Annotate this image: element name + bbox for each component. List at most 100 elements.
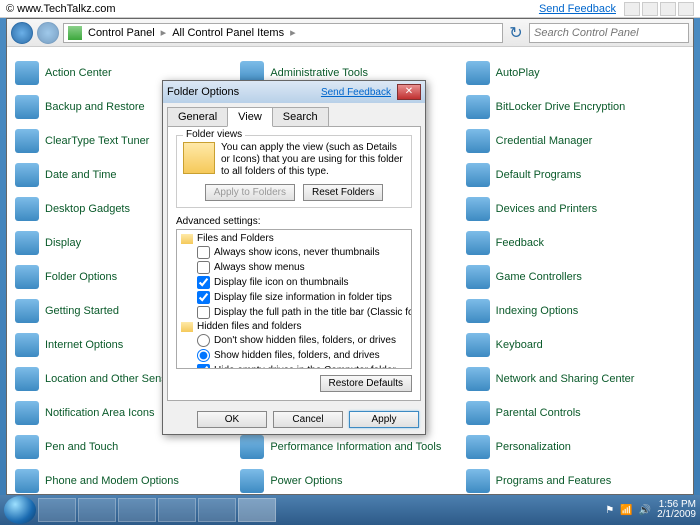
- folder-icon: [181, 234, 193, 244]
- print-icon[interactable]: [678, 2, 694, 16]
- restore-defaults-button[interactable]: Restore Defaults: [320, 375, 412, 392]
- taskbar[interactable]: ⚑ 📶 🔊 1:56 PM 2/1/2009: [0, 495, 700, 525]
- cp-item[interactable]: Game Controllers: [466, 261, 685, 293]
- radio-input[interactable]: [197, 334, 210, 347]
- cp-item-label: Getting Started: [45, 305, 119, 317]
- apply-to-folders-button[interactable]: Apply to Folders: [205, 184, 295, 201]
- checkbox-input[interactable]: [197, 276, 210, 289]
- cp-item-label: Indexing Options: [496, 305, 579, 317]
- feeds-icon[interactable]: [642, 2, 658, 16]
- task-app1-icon[interactable]: [158, 498, 196, 522]
- cp-item-label: Default Programs: [496, 169, 582, 181]
- tab-view[interactable]: View: [227, 107, 273, 127]
- tray-volume-icon[interactable]: 🔊: [639, 505, 651, 516]
- cp-item[interactable]: Feedback: [466, 227, 685, 259]
- tray-network-icon[interactable]: 📶: [620, 505, 632, 516]
- refresh-icon[interactable]: ↻: [507, 23, 525, 43]
- cp-item-label: Backup and Restore: [45, 101, 145, 113]
- cp-item-label: Performance Information and Tools: [270, 441, 441, 453]
- cp-item[interactable]: Power Options: [240, 465, 459, 494]
- cp-item-icon: [15, 231, 39, 255]
- search-input[interactable]: [529, 23, 689, 43]
- cp-item[interactable]: Keyboard: [466, 329, 685, 361]
- checkbox-input[interactable]: [197, 364, 210, 369]
- cp-item[interactable]: AutoPlay: [466, 57, 685, 89]
- tree-row-label: Display the full path in the title bar (…: [214, 307, 412, 318]
- cp-item-icon: [15, 61, 39, 85]
- apply-button[interactable]: Apply: [349, 411, 419, 428]
- tree-row[interactable]: Hide empty drives in the Computer folder: [179, 363, 409, 369]
- cp-item[interactable]: Phone and Modem Options: [15, 465, 234, 494]
- cp-item-icon: [466, 163, 490, 187]
- task-explorer-icon[interactable]: [78, 498, 116, 522]
- home-icon[interactable]: [624, 2, 640, 16]
- cp-item-icon: [15, 435, 39, 459]
- cp-item[interactable]: Performance Information and Tools: [240, 431, 459, 463]
- task-folder-icon[interactable]: [238, 498, 276, 522]
- mail-icon[interactable]: [660, 2, 676, 16]
- tree-row[interactable]: Don't show hidden files, folders, or dri…: [179, 333, 409, 348]
- cp-item[interactable]: Programs and Features: [466, 465, 685, 494]
- cp-item-label: Power Options: [270, 475, 342, 487]
- chevron-right-icon: ▸: [161, 26, 167, 39]
- tab-general[interactable]: General: [167, 107, 228, 127]
- checkbox-input[interactable]: [197, 291, 210, 304]
- tray-clock[interactable]: 1:56 PM 2/1/2009: [657, 500, 696, 520]
- task-media-icon[interactable]: [118, 498, 156, 522]
- folder-views-group: Folder views You can apply the view (suc…: [176, 135, 412, 208]
- cp-item-icon: [15, 469, 39, 493]
- advanced-settings-label: Advanced settings:: [176, 216, 412, 227]
- cp-item-icon: [466, 265, 490, 289]
- checkbox-input[interactable]: [197, 261, 210, 274]
- cp-item[interactable]: Network and Sharing Center: [466, 363, 685, 395]
- crumb-0[interactable]: Control Panel: [84, 27, 159, 39]
- folder-options-dialog: Folder Options Send Feedback ✕ General V…: [162, 80, 426, 435]
- tray-flag-icon[interactable]: ⚑: [605, 505, 614, 516]
- tree-row[interactable]: Always show menus: [179, 260, 409, 275]
- feedback-link[interactable]: Send Feedback: [539, 3, 616, 15]
- cp-item[interactable]: Credential Manager: [466, 125, 685, 157]
- tree-row[interactable]: Always show icons, never thumbnails: [179, 245, 409, 260]
- cp-item-icon: [15, 197, 39, 221]
- tree-row[interactable]: Display file icon on thumbnails: [179, 275, 409, 290]
- forward-button[interactable]: [37, 22, 59, 44]
- start-button[interactable]: [4, 496, 36, 524]
- task-app2-icon[interactable]: [198, 498, 236, 522]
- task-ie-icon[interactable]: [38, 498, 76, 522]
- breadcrumb[interactable]: Control Panel ▸ All Control Panel Items …: [63, 23, 503, 43]
- watermark-bar: © www.TechTalkz.com Send Feedback: [0, 0, 700, 18]
- tree-row[interactable]: Display the full path in the title bar (…: [179, 305, 409, 320]
- cp-item[interactable]: Pen and Touch: [15, 431, 234, 463]
- cp-item-icon: [466, 129, 490, 153]
- ie-toolbar-icons: [624, 2, 694, 16]
- cp-item[interactable]: Default Programs: [466, 159, 685, 191]
- cp-item-label: Notification Area Icons: [45, 407, 154, 419]
- back-button[interactable]: [11, 22, 33, 44]
- tab-search[interactable]: Search: [272, 107, 329, 127]
- cp-item-label: Administrative Tools: [270, 67, 368, 79]
- cp-item[interactable]: BitLocker Drive Encryption: [466, 91, 685, 123]
- radio-input[interactable]: [197, 349, 210, 362]
- cp-item[interactable]: Parental Controls: [466, 397, 685, 429]
- dialog-tabs: General View Search: [163, 103, 425, 127]
- cp-item[interactable]: Indexing Options: [466, 295, 685, 327]
- tree-row[interactable]: Show hidden files, folders, and drives: [179, 348, 409, 363]
- system-tray[interactable]: ⚑ 📶 🔊 1:56 PM 2/1/2009: [605, 500, 696, 520]
- dialog-titlebar[interactable]: Folder Options Send Feedback ✕: [163, 81, 425, 103]
- ok-button[interactable]: OK: [197, 411, 267, 428]
- reset-folders-button[interactable]: Reset Folders: [303, 184, 383, 201]
- cp-item[interactable]: Personalization: [466, 431, 685, 463]
- advanced-settings-tree[interactable]: Files and FoldersAlways show icons, neve…: [176, 229, 412, 369]
- checkbox-input[interactable]: [197, 246, 210, 259]
- cp-item[interactable]: Devices and Printers: [466, 193, 685, 225]
- dialog-button-row: OK Cancel Apply: [163, 405, 425, 434]
- folder-views-text: You can apply the view (such as Details …: [221, 142, 405, 178]
- checkbox-input[interactable]: [197, 306, 210, 319]
- watermark-site: © www.TechTalkz.com: [6, 3, 116, 15]
- crumb-1[interactable]: All Control Panel Items: [168, 27, 288, 39]
- cp-item-label: Internet Options: [45, 339, 123, 351]
- tree-row[interactable]: Display file size information in folder …: [179, 290, 409, 305]
- dialog-feedback-link[interactable]: Send Feedback: [321, 87, 391, 98]
- close-button[interactable]: ✕: [397, 84, 421, 100]
- cancel-button[interactable]: Cancel: [273, 411, 343, 428]
